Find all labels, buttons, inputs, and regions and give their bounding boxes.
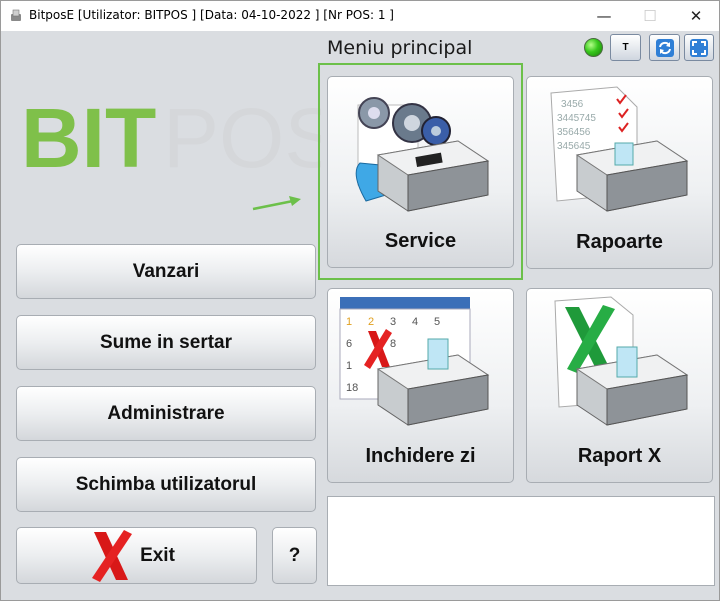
message-area [327, 496, 715, 586]
logo-text-pos: POS [163, 97, 321, 177]
svg-text:345645: 345645 [557, 141, 591, 152]
app-window: BitposE [Utilizator: BITPOS ] [Data: 04-… [0, 0, 720, 601]
raport-x-label: Raport X [577, 445, 662, 467]
excel-printer-icon [554, 296, 689, 426]
title-bar: BitposE [Utilizator: BITPOS ] [Data: 04-… [1, 1, 719, 31]
inchidere-zi-label: Inchidere zi [365, 445, 476, 467]
status-indicator [584, 38, 603, 57]
logo-text-bit: BIT [21, 97, 156, 177]
sume-in-sertar-button[interactable]: Sume in sertar [16, 315, 316, 370]
svg-text:18: 18 [346, 382, 358, 394]
red-x-icon [92, 529, 133, 582]
fullscreen-button[interactable] [684, 34, 714, 61]
svg-text:5: 5 [434, 316, 440, 328]
svg-text:3445745: 3445745 [557, 113, 596, 124]
rapoarte-label: Rapoarte [576, 231, 663, 253]
close-button[interactable]: ✕ [673, 1, 719, 31]
schimba-utilizatorul-button[interactable]: Schimba utilizatorul [16, 457, 316, 512]
report-printer-icon: 3456 3445745 356456 345645 [550, 86, 689, 212]
main-area: BIT POS Meniu principal T Vanzari Sume i… [1, 31, 719, 600]
svg-text:1: 1 [346, 316, 352, 328]
t-button[interactable]: T [610, 34, 641, 61]
maximize-button[interactable]: ☐ [627, 1, 673, 31]
vanzari-button[interactable]: Vanzari [16, 244, 316, 299]
service-label: Service [384, 230, 457, 252]
refresh-button[interactable] [649, 34, 680, 61]
app-icon [11, 9, 21, 21]
raport-x-tile[interactable]: Raport X [526, 288, 713, 483]
svg-text:356456: 356456 [557, 127, 591, 138]
arrow-icon [252, 196, 301, 211]
minimize-button[interactable]: — [581, 1, 627, 31]
help-button[interactable]: ? [272, 527, 317, 584]
window-title: BitposE [Utilizator: BITPOS ] [Data: 04-… [29, 8, 394, 22]
exit-label: Exit [140, 544, 175, 566]
svg-text:3456: 3456 [561, 99, 584, 110]
calendar-printer-icon: 1 2 3 4 5 6 8 1 18 [339, 297, 490, 426]
svg-text:4: 4 [412, 316, 418, 328]
refresh-icon [655, 38, 674, 57]
administrare-button[interactable]: Administrare [16, 386, 316, 441]
svg-text:1: 1 [346, 360, 352, 372]
svg-text:3: 3 [390, 316, 396, 328]
svg-text:2: 2 [368, 316, 374, 328]
exit-button[interactable]: Exit [16, 527, 257, 584]
bitpos-logo: BIT POS [21, 97, 321, 177]
inchidere-zi-tile[interactable]: 1 2 3 4 5 6 8 1 18 Inchidere zi [327, 288, 514, 483]
svg-text:6: 6 [346, 338, 352, 350]
menu-title: Meniu principal [327, 37, 473, 59]
service-tile[interactable]: Service [327, 76, 514, 268]
gears-printer-icon [355, 97, 490, 212]
svg-text:8: 8 [390, 338, 396, 350]
rapoarte-tile[interactable]: 3456 3445745 356456 345645 Rapoarte [526, 76, 713, 269]
fullscreen-icon [690, 38, 708, 57]
